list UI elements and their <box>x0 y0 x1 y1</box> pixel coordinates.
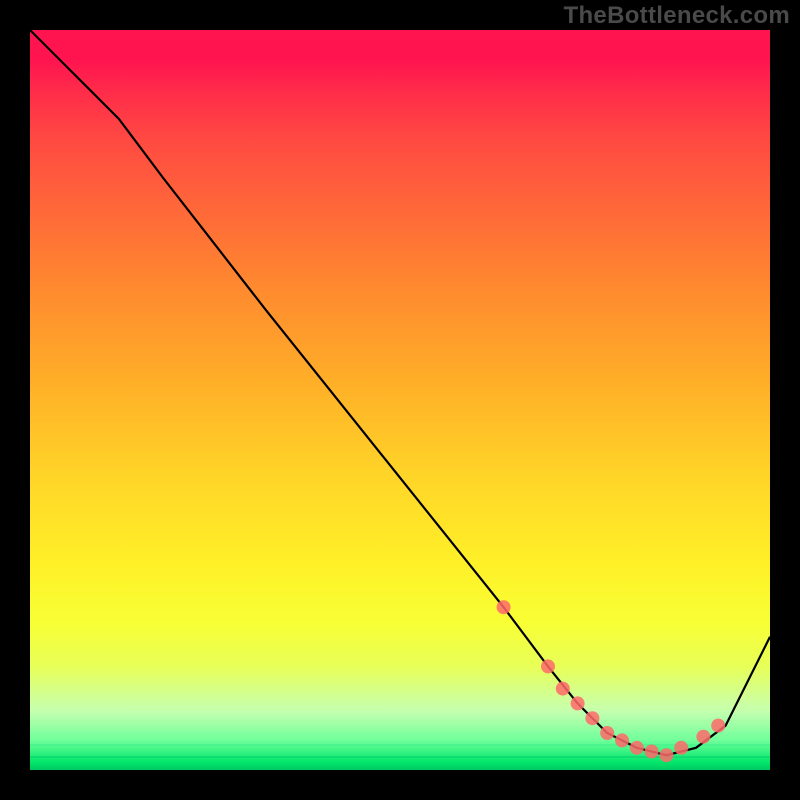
marker-dot <box>711 719 725 733</box>
plot-area <box>30 30 770 770</box>
marker-group <box>497 600 726 762</box>
marker-dot <box>630 741 644 755</box>
watermark-text: TheBottleneck.com <box>564 2 790 30</box>
marker-dot <box>556 682 570 696</box>
marker-dot <box>645 745 659 759</box>
curve-svg <box>30 30 770 770</box>
marker-dot <box>615 733 629 747</box>
marker-dot <box>571 696 585 710</box>
marker-dot <box>696 730 710 744</box>
marker-dot <box>541 659 555 673</box>
bottleneck-curve <box>30 30 770 755</box>
chart-frame: TheBottleneck.com <box>0 0 800 800</box>
marker-dot <box>585 711 599 725</box>
marker-dot <box>497 600 511 614</box>
marker-dot <box>674 741 688 755</box>
marker-dot <box>600 726 614 740</box>
marker-dot <box>659 748 673 762</box>
